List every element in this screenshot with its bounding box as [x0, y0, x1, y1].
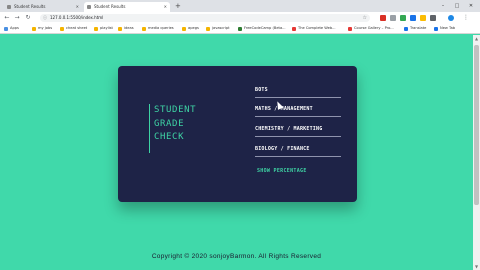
- tab-title: Student Results: [14, 4, 46, 9]
- bookmark-label: my jobs: [38, 26, 53, 30]
- bookmark-item[interactable]: media queries: [142, 24, 174, 33]
- browser-toolbar: ← → ↻ ⓘ 127.0.0.1:5500/index.html ☆ ⋮: [0, 12, 480, 24]
- extension-icon[interactable]: [430, 15, 436, 21]
- extension-icon[interactable]: [400, 15, 406, 21]
- show-percentage-button[interactable]: SHOW PERCENTAGE: [257, 168, 307, 174]
- bookmark-label: javascript: [212, 26, 230, 30]
- browser-tab-active[interactable]: Student Results ✕: [84, 2, 170, 12]
- extension-icon[interactable]: [410, 15, 416, 21]
- bookmark-item[interactable]: Translate: [404, 24, 426, 33]
- title-line-check: CHECK: [154, 132, 185, 142]
- bookmark-label: New Tab: [440, 26, 456, 30]
- forward-icon[interactable]: →: [13, 14, 21, 22]
- page-favicon-icon: [87, 5, 91, 9]
- apps-icon: [4, 26, 8, 31]
- extension-icon[interactable]: [420, 15, 426, 21]
- new-tab-page-icon: [434, 26, 438, 31]
- bookmark-label: playlist: [100, 26, 113, 30]
- bookmark-label: FreeCodeCamp (Beta...: [244, 26, 286, 30]
- page-scrollbar[interactable]: ▲ ▼: [473, 35, 480, 270]
- tab-title: Student Results: [94, 4, 126, 9]
- bookmark-label: cheat sheet: [66, 26, 88, 30]
- tab-strip: Student Results ✕ Student Results ✕ + – …: [0, 0, 480, 12]
- browser-tab[interactable]: Student Results ✕: [4, 2, 82, 12]
- app-title: STUDENT GRADE CHECK: [149, 104, 219, 153]
- folder-icon: [32, 26, 36, 31]
- reload-icon[interactable]: ↻: [24, 14, 32, 22]
- bookmark-label: Translate: [410, 26, 427, 30]
- scrollbar-thumb[interactable]: [474, 45, 479, 205]
- close-tab-icon[interactable]: ✕: [76, 2, 79, 12]
- title-line-student: STUDENT: [154, 105, 197, 115]
- bookmark-item[interactable]: The Complete Web...: [292, 24, 336, 33]
- bookmark-item[interactable]: my jobs: [32, 24, 52, 33]
- bookmark-star-icon[interactable]: ☆: [363, 14, 367, 22]
- menu-item-biology-finance[interactable]: BIOLOGY / FINANCE: [255, 146, 341, 157]
- bookmark-label: media queries: [148, 26, 174, 30]
- bookmark-label: The Complete Web...: [298, 26, 336, 30]
- bookmark-item[interactable]: ideas: [118, 24, 134, 33]
- site-info-icon[interactable]: ⓘ: [43, 14, 47, 22]
- udemy-icon: [348, 26, 352, 31]
- bookmark-label: apegs: [188, 26, 199, 30]
- folder-icon: [182, 26, 186, 31]
- menu-item-maths-management[interactable]: MATHS / MANAGEMENT: [255, 106, 341, 117]
- folder-icon: [142, 26, 146, 31]
- menu-item-chemistry-marketing[interactable]: CHEMISTRY / MARKETING: [255, 126, 341, 137]
- bookmark-item[interactable]: Apps: [4, 24, 19, 33]
- udemy-icon: [292, 26, 296, 31]
- folder-icon: [94, 26, 98, 31]
- freecodecamp-icon: [238, 26, 242, 31]
- extension-icon[interactable]: [380, 15, 386, 21]
- translate-icon: [404, 26, 408, 31]
- close-window-icon[interactable]: ✕: [464, 0, 478, 12]
- folder-icon: [60, 26, 64, 31]
- minimize-icon[interactable]: –: [436, 0, 450, 12]
- extension-icon[interactable]: [390, 15, 396, 21]
- copyright-footer: Copyright © 2020 sonjoyBarmon. All Right…: [151, 253, 322, 260]
- bookmark-label: Course Gallery – Pro...: [354, 26, 394, 30]
- close-tab-icon[interactable]: ✕: [164, 2, 167, 12]
- bookmark-item[interactable]: playlist: [94, 24, 113, 33]
- menu-item-bots[interactable]: BOTS: [255, 87, 341, 98]
- address-bar[interactable]: ⓘ 127.0.0.1:5500/index.html ☆: [40, 14, 370, 22]
- profile-avatar-icon[interactable]: [448, 15, 454, 21]
- new-tab-icon[interactable]: +: [175, 1, 181, 11]
- page-favicon-icon: [7, 5, 11, 9]
- scroll-up-icon[interactable]: ▲: [473, 35, 480, 42]
- maximize-icon[interactable]: □: [450, 0, 464, 12]
- bookmarks-bar: Apps my jobs cheat sheet playlist ideas …: [0, 24, 480, 34]
- bookmark-item[interactable]: cheat sheet: [60, 24, 87, 33]
- bookmark-item[interactable]: javascript: [206, 24, 230, 33]
- bookmark-item[interactable]: FreeCodeCamp (Beta...: [238, 24, 286, 33]
- scroll-down-icon[interactable]: ▼: [473, 263, 480, 270]
- folder-icon: [118, 26, 122, 31]
- url-text: 127.0.0.1:5500/index.html: [50, 15, 104, 20]
- bookmark-item[interactable]: apegs: [182, 24, 199, 33]
- folder-icon: [206, 26, 210, 31]
- menu-kebab-icon[interactable]: ⋮: [462, 14, 470, 22]
- title-line-grade: GRADE: [154, 118, 185, 129]
- grade-check-card: STUDENT GRADE CHECK BOTS MATHS / MANAGEM…: [118, 66, 357, 202]
- bookmark-label: Apps: [10, 26, 19, 30]
- bookmark-item[interactable]: Course Gallery – Pro...: [348, 24, 394, 33]
- back-icon[interactable]: ←: [3, 14, 11, 22]
- bookmark-label: ideas: [124, 26, 134, 30]
- bookmark-item[interactable]: New Tab: [434, 24, 455, 33]
